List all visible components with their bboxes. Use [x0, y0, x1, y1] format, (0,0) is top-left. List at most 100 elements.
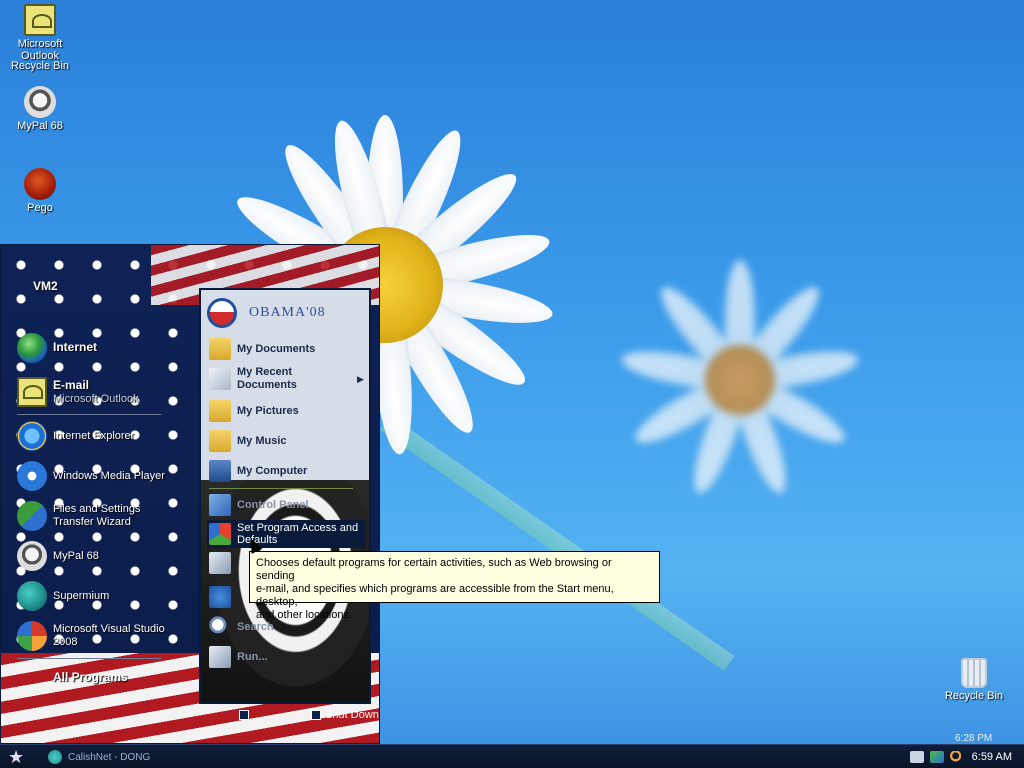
obama-logo-text: OBAMA'08: [249, 305, 326, 320]
taskbar-button-supermium[interactable]: CalishNet - DONG: [48, 748, 178, 766]
my-computer[interactable]: My Computer: [209, 460, 307, 482]
system-tray: 6:59 AM: [904, 745, 1024, 768]
my-pictures-label: My Pictures: [237, 405, 299, 417]
run-label: Run...: [237, 651, 268, 663]
user-name: VM2: [33, 279, 58, 293]
recent-label-line2: Transfer Wizard: [53, 516, 131, 528]
recent-windows-media-player[interactable]: Windows Media Player: [17, 461, 165, 491]
my-recent-label-line1: My Recent: [237, 366, 293, 378]
pinned-internet[interactable]: Internet: [17, 333, 97, 363]
my-computer-label: My Computer: [237, 465, 308, 477]
keyboard-icon[interactable]: [909, 751, 924, 763]
desktop-icon-label: Microsoft Outlook: [17, 38, 63, 62]
help-icon: [209, 586, 231, 608]
recent-label-line1: Microsoft Visual Studio: [53, 623, 165, 635]
outlook-icon: [24, 4, 56, 36]
desktop-icon-mypal[interactable]: MyPal 68: [0, 86, 80, 132]
run[interactable]: Run...: [209, 646, 268, 668]
wallpaper-stem: [380, 415, 735, 671]
files-settings-icon: [17, 501, 47, 531]
control-panel-icon: [209, 494, 231, 516]
folder-icon: [209, 400, 231, 422]
recycle-bin-icon: [961, 658, 987, 688]
recent-files-settings-transfer[interactable]: Files and Settings Transfer Wizard: [17, 501, 140, 531]
desktop-icon-pego[interactable]: Pego: [0, 168, 80, 214]
start-menu-right-column: OBAMA'08 My Documents My Recent Document…: [199, 288, 371, 704]
recent-visual-studio[interactable]: Microsoft Visual Studio 2008: [17, 621, 165, 651]
network-icon[interactable]: [929, 751, 944, 763]
recent-docs-icon: [209, 368, 231, 390]
start-menu-separator: [17, 414, 161, 415]
taskbar-clock[interactable]: 6:59 AM: [972, 751, 1012, 763]
raccoon-icon: [17, 541, 47, 571]
printers-faxes[interactable]: [209, 552, 237, 574]
recent-label: Windows Media Player: [53, 469, 165, 482]
recent-label: MyPal 68: [53, 549, 99, 562]
recent-supermium[interactable]: Supermium: [17, 581, 109, 611]
recent-label: Internet Explorer: [53, 429, 135, 442]
right-column-separator: [209, 488, 353, 489]
search-label: Search: [237, 621, 274, 633]
ie-icon: [17, 421, 47, 451]
desktop-icon-label: Recycle Bin: [944, 690, 1004, 702]
desktop-icon-outlook[interactable]: Microsoft Outlook: [0, 4, 80, 62]
pinned-email-label: E-mail: [53, 377, 90, 392]
obama-logo: OBAMA'08: [207, 298, 326, 328]
outlook-icon: [17, 377, 47, 407]
supermium-icon: [17, 581, 47, 611]
recent-mypal[interactable]: MyPal 68: [17, 541, 99, 571]
shutdown-button[interactable]: Shut Down: [325, 709, 379, 721]
logoff-icon[interactable]: [239, 710, 249, 720]
start-menu: VM2 Internet E-mail Microsoft Outlook In…: [0, 244, 380, 744]
obama-logo-icon: [207, 298, 237, 328]
recent-label-line2: 2008: [53, 636, 78, 648]
my-recent-documents[interactable]: My Recent Documents: [209, 366, 297, 392]
desktop-icon-recycle-bin[interactable]: Recycle Bin: [934, 658, 1014, 702]
search-icon: [209, 616, 231, 638]
pego-icon: [24, 168, 56, 200]
desktop-icon-label: MyPal 68: [17, 120, 63, 132]
program-access-icon: [209, 523, 231, 545]
desktop-clock-ghost: 6:28 PM: [955, 733, 993, 744]
globe-icon: [17, 333, 47, 363]
desktop-icon-label: Recycle Bin: [10, 60, 70, 72]
my-music[interactable]: My Music: [209, 430, 287, 452]
run-icon: [209, 646, 231, 668]
control-panel[interactable]: Control Panel: [209, 494, 309, 516]
desktop-icon-label: Pego: [27, 202, 53, 214]
taskbar: ★ CalishNet - DONG 6:59 AM: [0, 744, 1024, 768]
my-pictures[interactable]: My Pictures: [209, 400, 299, 422]
tooltip-line2: e-mail, and specifies which programs are…: [256, 583, 614, 608]
my-recent-label-line2: Documents: [237, 379, 297, 391]
pinned-internet-label: Internet: [53, 340, 98, 354]
pinned-email[interactable]: E-mail Microsoft Outlook: [17, 377, 139, 407]
my-music-label: My Music: [237, 435, 287, 447]
start-star-icon[interactable]: ★: [8, 747, 28, 767]
taskbar-button-label: CalishNet - DONG: [68, 751, 151, 763]
raccoon-icon: [24, 86, 56, 118]
all-programs-button[interactable]: All Programs: [53, 670, 128, 684]
folder-icon: [209, 430, 231, 452]
program-access-tooltip: Chooses default programs for certain act…: [249, 551, 660, 621]
shutdown-area: Shut Down: [233, 709, 379, 721]
shutdown-icon[interactable]: [311, 710, 321, 720]
tooltip-line3: and other locations.: [256, 609, 353, 621]
recent-label-line1: Files and Settings: [53, 503, 141, 515]
my-documents[interactable]: My Documents: [209, 338, 315, 360]
computer-icon: [209, 460, 231, 482]
folder-icon: [209, 338, 231, 360]
submenu-arrow-icon: ▶: [357, 374, 364, 384]
pinned-email-sublabel: Microsoft Outlook: [53, 392, 139, 405]
set-program-access-line1: Set Program Access and: [237, 522, 359, 534]
set-program-access-defaults[interactable]: Set Program Access and Defaults: [207, 520, 367, 548]
control-panel-label: Control Panel: [237, 499, 309, 511]
wmp-icon: [17, 461, 47, 491]
visual-studio-icon: [17, 621, 47, 651]
recent-internet-explorer[interactable]: Internet Explorer: [17, 421, 134, 451]
tooltip-line1: Chooses default programs for certain act…: [256, 557, 612, 582]
printer-icon: [209, 552, 231, 574]
help-support[interactable]: [209, 586, 237, 608]
desktop-icon-recycle-bin-top-label[interactable]: Recycle Bin: [0, 60, 80, 72]
my-documents-label: My Documents: [237, 343, 316, 355]
magnifier-icon[interactable]: [949, 751, 964, 763]
